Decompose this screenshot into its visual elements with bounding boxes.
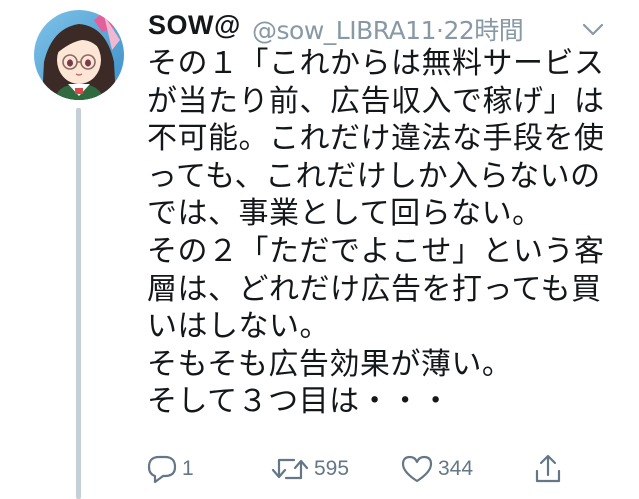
share-button[interactable] bbox=[534, 451, 562, 487]
chevron-down-icon[interactable] bbox=[582, 22, 604, 41]
user-avatar-icon bbox=[34, 10, 124, 100]
tweet-text-line: そもそも広告効果が薄い。 bbox=[147, 346, 513, 382]
tweet-text-line: が当たり前、広告収入で稼げ」は bbox=[147, 83, 605, 119]
heart-icon bbox=[400, 454, 434, 484]
reply-button[interactable]: 1 bbox=[146, 451, 194, 487]
share-icon bbox=[534, 453, 562, 485]
tweet-text-line: っても、これだけしか入らないの bbox=[147, 158, 601, 194]
reply-icon bbox=[146, 454, 178, 484]
tweet-text: その１「これからは無料サービス が当たり前、広告収入で稼げ」は 不可能。これだけ… bbox=[147, 45, 627, 421]
handle[interactable]: @sow_LIBRA11 bbox=[252, 16, 437, 45]
tweet-text-line: 不可能。これだけ違法な手段を使 bbox=[147, 121, 605, 157]
like-button[interactable]: 344 bbox=[400, 451, 473, 487]
avatar[interactable] bbox=[34, 10, 124, 100]
tweet-meta: @sow_LIBRA11·22時間 bbox=[252, 11, 524, 47]
timestamp[interactable]: 22時間 bbox=[443, 16, 523, 45]
tweet-text-line: そして３つ目は・・・ bbox=[147, 384, 452, 420]
retweet-button[interactable]: 595 bbox=[270, 451, 349, 487]
tweet[interactable]: SOW@ @sow_LIBRA11·22時間 その１「これからは無料サービス が… bbox=[0, 0, 639, 499]
retweet-count: 595 bbox=[314, 457, 350, 480]
thread-line bbox=[76, 108, 81, 499]
tweet-text-line: その１「これからは無料サービス bbox=[147, 46, 605, 81]
tweet-text-line: では、事業として回らない。 bbox=[147, 196, 543, 232]
tweet-actions: 1 595 344 bbox=[146, 451, 616, 487]
tweet-text-line: いはしない。 bbox=[147, 309, 330, 345]
tweet-text-line: 層は、どれだけ広告を打っても買 bbox=[147, 271, 602, 307]
tweet-text-line: その２「ただでよこせ」という客 bbox=[147, 233, 605, 269]
like-count: 344 bbox=[438, 457, 474, 480]
tweet-header: SOW@ @sow_LIBRA11·22時間 bbox=[148, 6, 618, 46]
display-name[interactable]: SOW@ bbox=[148, 10, 241, 41]
reply-count: 1 bbox=[182, 457, 194, 480]
retweet-icon bbox=[270, 454, 310, 484]
